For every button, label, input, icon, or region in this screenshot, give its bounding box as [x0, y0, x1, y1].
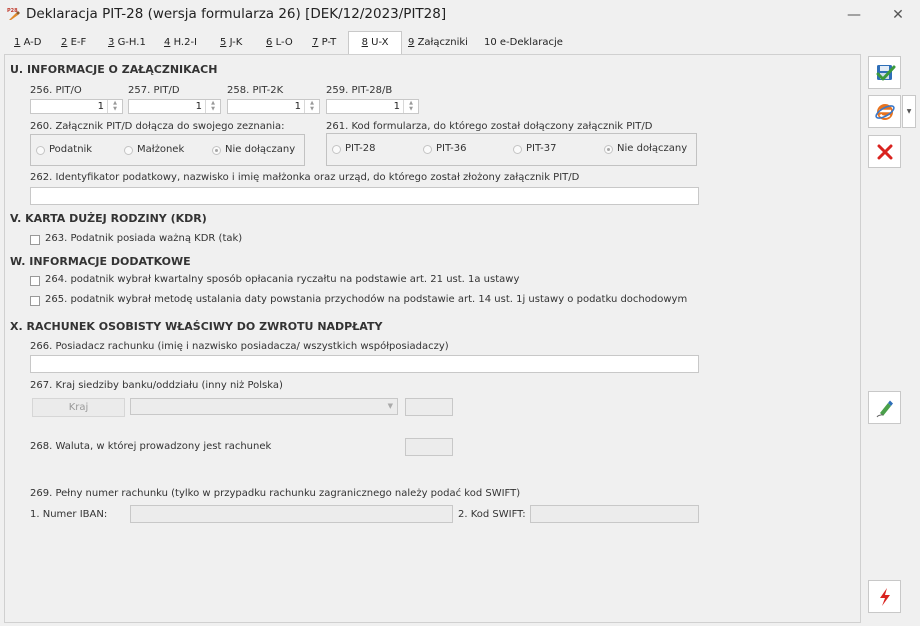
radio-malzonek-label: Małżonek — [137, 144, 185, 155]
radio-pit28-label: PIT-28 — [345, 143, 376, 154]
section-v-heading: V. KARTA DUŻEJ RODZINY (KDR) — [10, 212, 207, 225]
spinner-arrows-icon[interactable]: ▲ ▼ — [205, 100, 220, 113]
radio-nie-dolaczany-260[interactable] — [212, 146, 221, 155]
country-code-input[interactable] — [405, 398, 453, 416]
chevron-down-icon: ▼ — [906, 108, 912, 115]
field-269-label: 269. Pełny numer rachunku (tylko w przyp… — [30, 488, 521, 499]
title-bar: P28 Deklaracja PIT-28 (wersja formularza… — [0, 0, 920, 30]
field-259-label: 259. PIT-28/B — [326, 85, 393, 96]
spinner-arrows-icon[interactable]: ▲ ▼ — [304, 100, 319, 113]
radio-nie-dolaczany-261-label: Nie dołączany — [617, 143, 688, 154]
field-267-label: 267. Kraj siedziby banku/oddziału (inny … — [30, 380, 283, 391]
ie-export-dropdown[interactable]: ▼ — [902, 95, 916, 128]
spinner-arrows-icon[interactable]: ▲ ▼ — [403, 100, 418, 113]
checkbox-263-label: 263. Podatnik posiada ważną KDR (tak) — [45, 233, 243, 244]
field-261-radio-group: PIT-28 PIT-36 PIT-37 Nie dołączany — [326, 133, 697, 166]
edit-pen-icon — [876, 400, 893, 418]
field-268-label: 268. Waluta, w której prowadzony jest ra… — [30, 441, 272, 452]
save-button[interactable] — [868, 56, 901, 89]
field-258-value: 1 — [294, 101, 301, 112]
kraj-button[interactable]: Kraj — [32, 398, 125, 417]
checkbox-264[interactable] — [30, 276, 40, 286]
checkbox-263[interactable] — [30, 235, 40, 245]
pit28-app-icon: P28 — [7, 7, 21, 21]
field-257-value: 1 — [195, 101, 202, 112]
field-260-label: 260. Załącznik PIT/D dołącza do swojego … — [30, 121, 285, 132]
spinner-arrows-icon[interactable]: ▲ ▼ — [107, 100, 122, 113]
radio-podatnik[interactable] — [36, 146, 45, 155]
execute-button[interactable] — [868, 580, 901, 613]
radio-pit37-label: PIT-37 — [526, 143, 557, 154]
swift-label: 2. Kod SWIFT: — [458, 509, 526, 520]
tab-2[interactable]: 2 E-F — [61, 32, 86, 53]
field-261-label: 261. Kod formularza, do którego został d… — [326, 121, 653, 132]
chevron-down-icon: ▼ — [387, 402, 393, 410]
section-w-heading: W. INFORMACJE DODATKOWE — [10, 255, 191, 268]
radio-nie-dolaczany-260-label: Nie dołączany — [225, 144, 296, 155]
cancel-icon — [877, 144, 893, 160]
edit-button[interactable] — [868, 391, 901, 424]
close-button[interactable]: ✕ — [884, 2, 912, 28]
tab-1[interactable]: 1 A-D — [14, 32, 42, 53]
cancel-button[interactable] — [868, 135, 901, 168]
section-x-heading: X. RACHUNEK OSOBISTY WŁAŚCIWY DO ZWROTU … — [10, 320, 383, 333]
tab-3[interactable]: 3 G-H.1 — [108, 32, 146, 53]
field-266-input[interactable] — [30, 355, 699, 373]
ie-export-button[interactable] — [868, 95, 901, 128]
field-257-spinner[interactable]: 1 ▲ ▼ — [128, 99, 221, 114]
internet-explorer-icon — [875, 104, 895, 120]
tab-5[interactable]: 5 J-K — [220, 32, 242, 53]
tab-8-active[interactable]: 8 U-X — [348, 31, 402, 55]
section-u-heading: U. INFORMACJE O ZAŁĄCZNIKACH — [10, 63, 218, 76]
radio-podatnik-label: Podatnik — [49, 144, 93, 155]
tab-7[interactable]: 7 P-T — [312, 32, 336, 53]
country-dropdown[interactable]: ▼ — [130, 398, 398, 415]
checkbox-265[interactable] — [30, 296, 40, 306]
radio-nie-dolaczany-261[interactable] — [604, 145, 613, 154]
field-258-spinner[interactable]: 1 ▲ ▼ — [227, 99, 320, 114]
radio-pit28[interactable] — [332, 145, 341, 154]
lightning-icon — [880, 588, 890, 606]
field-260-radio-group: Podatnik Małżonek Nie dołączany — [30, 134, 305, 166]
checkbox-265-label: 265. podatnik wybrał metodę ustalania da… — [45, 294, 688, 305]
radio-pit36-label: PIT-36 — [436, 143, 467, 154]
radio-pit36[interactable] — [423, 145, 432, 154]
tab-6[interactable]: 6 L-O — [266, 32, 293, 53]
radio-malzonek[interactable] — [124, 146, 133, 155]
iban-input[interactable] — [130, 505, 453, 523]
save-icon — [876, 65, 896, 81]
swift-input[interactable] — [530, 505, 699, 523]
field-262-label: 262. Identyfikator podatkowy, nazwisko i… — [30, 172, 580, 183]
field-256-value: 1 — [97, 101, 104, 112]
field-259-spinner[interactable]: 1 ▲ ▼ — [326, 99, 419, 114]
field-266-label: 266. Posiadacz rachunku (imię i nazwisko… — [30, 341, 449, 352]
field-262-input[interactable] — [30, 187, 699, 205]
field-256-label: 256. PIT/O — [30, 85, 82, 96]
field-256-spinner[interactable]: 1 ▲ ▼ — [30, 99, 123, 114]
field-257-label: 257. PIT/D — [128, 85, 180, 96]
window-title: Deklaracja PIT-28 (wersja formularza 26)… — [26, 6, 447, 22]
field-258-label: 258. PIT-2K — [227, 85, 284, 96]
checkbox-264-label: 264. podatnik wybrał kwartalny sposób op… — [45, 274, 520, 285]
field-259-value: 1 — [393, 101, 400, 112]
radio-pit37[interactable] — [513, 145, 522, 154]
minimize-button[interactable]: — — [840, 2, 868, 28]
tab-10[interactable]: 10 e-Deklaracje — [484, 32, 563, 53]
tab-9[interactable]: 9 Załączniki — [408, 32, 468, 53]
tab-4[interactable]: 4 H.2-I — [164, 32, 197, 53]
iban-label: 1. Numer IBAN: — [30, 509, 108, 520]
currency-input[interactable] — [405, 438, 453, 456]
